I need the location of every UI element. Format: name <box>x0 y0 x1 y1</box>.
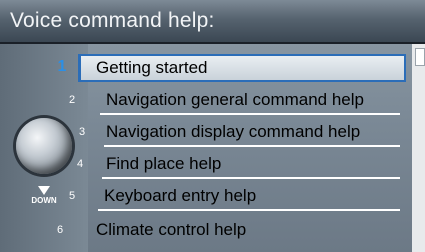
title-bar: Voice command help: <box>0 0 425 44</box>
menu-item-keyboard-entry[interactable]: 5 Keyboard entry help <box>0 182 412 211</box>
row-divider <box>102 177 400 179</box>
menu-item-label: Getting started <box>96 58 208 77</box>
menu-item-label: Climate control help <box>96 220 247 239</box>
menu-item-number: 6 <box>56 224 64 236</box>
menu-item-number: 5 <box>68 190 76 202</box>
voice-command-help-screen: Voice command help: DOWN 1 Getting start… <box>0 0 425 252</box>
row-divider <box>104 145 400 147</box>
menu-item-navigation-display[interactable]: 3 Navigation display command help <box>0 118 412 147</box>
menu-item-climate-control[interactable]: 6 Climate control help <box>0 216 412 244</box>
page-title: Voice command help: <box>10 9 215 32</box>
menu-item-getting-started[interactable]: 1 Getting started <box>0 54 412 82</box>
scrollbar-thumb[interactable] <box>415 48 425 66</box>
menu-item-label: Find place help <box>106 154 222 173</box>
menu-item-label: Navigation general command help <box>106 90 364 109</box>
row-divider <box>98 209 400 211</box>
menu-item-label: Navigation display command help <box>106 122 361 141</box>
menu-item-number: 1 <box>57 58 67 75</box>
menu-item-number: 3 <box>78 126 86 138</box>
menu-item-navigation-general[interactable]: 2 Navigation general command help <box>0 86 412 115</box>
row-divider <box>100 113 400 115</box>
menu-item-number: 4 <box>76 158 84 170</box>
scrollbar[interactable] <box>412 44 425 252</box>
menu-item-number: 2 <box>68 94 76 106</box>
menu-item-find-place[interactable]: 4 Find place help <box>0 150 412 179</box>
menu-item-label: Keyboard entry help <box>104 186 257 205</box>
